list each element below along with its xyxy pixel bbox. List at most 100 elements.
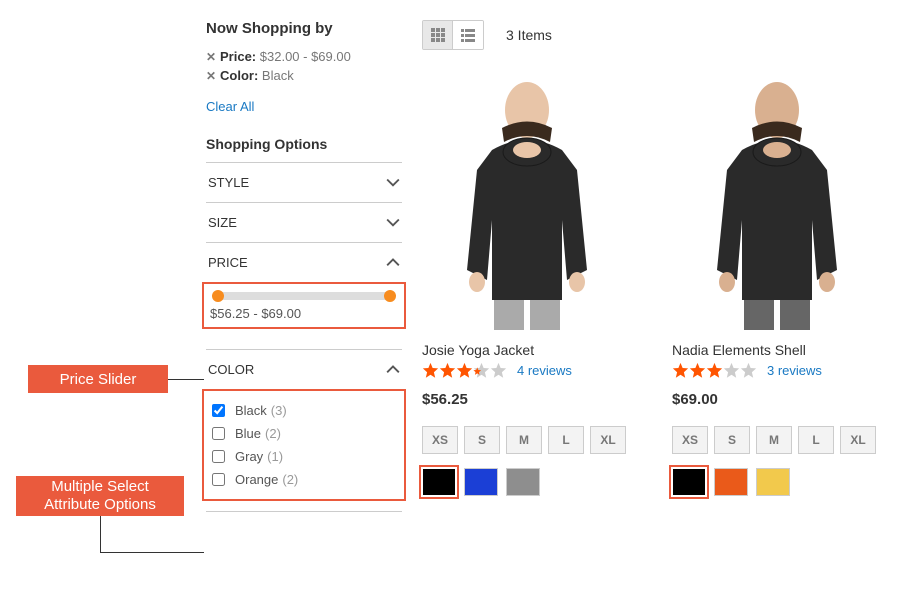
product-image[interactable] <box>422 70 632 330</box>
color-option[interactable]: Gray (1) <box>212 445 396 468</box>
color-name: Gray <box>235 449 263 464</box>
color-count: (1) <box>267 449 283 464</box>
chevron-down-icon <box>386 216 400 230</box>
size-option[interactable]: S <box>464 426 500 454</box>
color-name: Orange <box>235 472 278 487</box>
star-half-icon <box>473 362 490 379</box>
filter-size-header[interactable]: SIZE <box>206 203 402 242</box>
size-option[interactable]: XL <box>840 426 876 454</box>
applied-label: Price: <box>220 49 256 64</box>
color-checkbox[interactable] <box>212 427 225 440</box>
size-swatches: XSSMLXL <box>422 426 632 454</box>
color-name: Blue <box>235 426 261 441</box>
chevron-down-icon <box>386 176 400 190</box>
grid-view-button[interactable] <box>423 21 453 49</box>
chevron-up-icon <box>386 256 400 270</box>
stars <box>422 362 507 379</box>
color-count: (2) <box>282 472 298 487</box>
remove-filter-icon[interactable]: ✕ <box>206 68 220 83</box>
color-checkbox[interactable] <box>212 450 225 463</box>
star-icon <box>422 362 439 379</box>
grid-icon <box>430 27 446 43</box>
filter-size: SIZE <box>206 202 402 242</box>
filter-price: PRICE $56.25 - $69.00 <box>206 242 402 349</box>
product-card: Josie Yoga Jacket 4 reviews $56.25 XSSMLXL <box>422 70 632 496</box>
remove-filter-icon[interactable]: ✕ <box>206 49 220 64</box>
product-image[interactable] <box>672 70 882 330</box>
size-option[interactable]: XL <box>590 426 626 454</box>
color-option[interactable]: Orange (2) <box>212 468 396 491</box>
size-option[interactable]: M <box>756 426 792 454</box>
product-price: $56.25 <box>422 391 632 408</box>
color-swatch[interactable] <box>422 468 456 496</box>
filter-price-header[interactable]: PRICE <box>206 243 402 282</box>
rating-row: 4 reviews <box>422 362 632 379</box>
applied-value: Black <box>262 68 294 83</box>
list-icon <box>460 27 476 43</box>
star-icon <box>456 362 473 379</box>
color-count: (3) <box>271 403 287 418</box>
product-price: $69.00 <box>672 391 882 408</box>
list-view-button[interactable] <box>453 21 483 49</box>
callout-price-slider: Price Slider <box>28 365 168 393</box>
product-name[interactable]: Nadia Elements Shell <box>672 342 882 358</box>
color-checkbox[interactable] <box>212 404 225 417</box>
color-swatches <box>672 468 882 496</box>
star-icon <box>439 362 456 379</box>
clear-all-link[interactable]: Clear All <box>206 99 254 114</box>
connector <box>100 552 204 553</box>
size-option[interactable]: XS <box>672 426 708 454</box>
slider-handle-min[interactable] <box>212 290 224 302</box>
slider-handle-max[interactable] <box>384 290 396 302</box>
size-option[interactable]: S <box>714 426 750 454</box>
filter-label: COLOR <box>208 362 254 377</box>
layered-navigation: Now Shopping by ✕ Price: $32.00 - $69.00… <box>206 20 402 512</box>
color-count: (2) <box>265 426 281 441</box>
size-option[interactable]: L <box>798 426 834 454</box>
toolbar: 3 Items <box>422 20 897 50</box>
filter-style: STYLE <box>206 162 402 202</box>
star-icon <box>706 362 723 379</box>
filter-label: PRICE <box>208 255 248 270</box>
color-options-box: Black (3)Blue (2)Gray (1)Orange (2) <box>202 389 406 501</box>
applied-filter-color: ✕ Color: Black <box>206 68 402 83</box>
product-card: Nadia Elements Shell 3 reviews $69.00 XSSML… <box>672 70 882 496</box>
star-empty-icon <box>740 362 757 379</box>
chevron-up-icon <box>386 363 400 377</box>
star-empty-icon <box>490 362 507 379</box>
stars <box>672 362 757 379</box>
color-checkbox[interactable] <box>212 473 225 486</box>
rating-row: 3 reviews <box>672 362 882 379</box>
star-empty-icon <box>723 362 740 379</box>
filter-label: SIZE <box>208 215 237 230</box>
size-option[interactable]: XS <box>422 426 458 454</box>
color-option[interactable]: Black (3) <box>212 399 396 422</box>
color-swatch[interactable] <box>714 468 748 496</box>
item-count: 3 Items <box>506 27 552 43</box>
filter-style-header[interactable]: STYLE <box>206 163 402 202</box>
price-slider[interactable] <box>214 292 394 300</box>
star-icon <box>672 362 689 379</box>
applied-filter-price: ✕ Price: $32.00 - $69.00 <box>206 49 402 64</box>
color-swatch[interactable] <box>506 468 540 496</box>
now-shopping-by-title: Now Shopping by <box>206 20 402 37</box>
filter-color: COLOR Black (3)Blue (2)Gray (1)Orange (2… <box>206 349 402 512</box>
color-swatches <box>422 468 632 496</box>
color-swatch[interactable] <box>672 468 706 496</box>
product-name[interactable]: Josie Yoga Jacket <box>422 342 632 358</box>
applied-value: $32.00 - $69.00 <box>260 49 351 64</box>
price-range-text: $56.25 - $69.00 <box>210 306 398 321</box>
price-slider-box: $56.25 - $69.00 <box>202 282 406 329</box>
connector <box>100 516 101 552</box>
reviews-link[interactable]: 3 reviews <box>767 363 822 378</box>
size-option[interactable]: L <box>548 426 584 454</box>
reviews-link[interactable]: 4 reviews <box>517 363 572 378</box>
size-option[interactable]: M <box>506 426 542 454</box>
color-option[interactable]: Blue (2) <box>212 422 396 445</box>
view-switcher <box>422 20 484 50</box>
connector <box>168 379 204 380</box>
callout-multi-select: Multiple Select Attribute Options <box>16 476 184 516</box>
color-swatch[interactable] <box>464 468 498 496</box>
color-swatch[interactable] <box>756 468 790 496</box>
filter-color-header[interactable]: COLOR <box>206 350 402 389</box>
